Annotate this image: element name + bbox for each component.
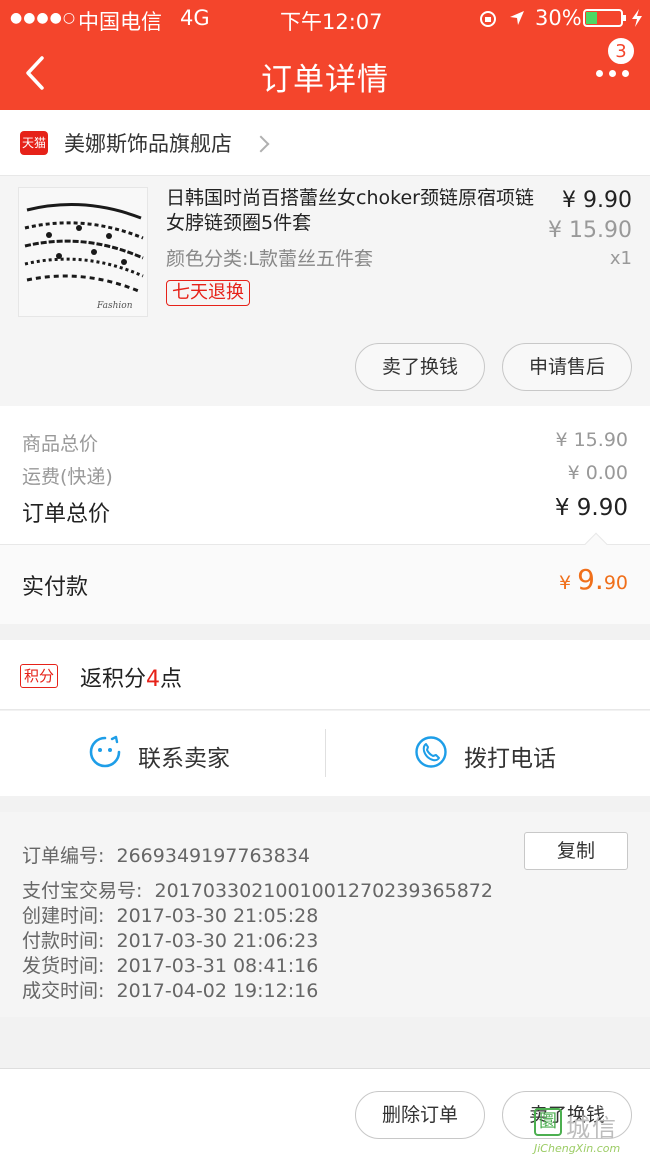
product-thumbnail[interactable]: Fashion <box>18 187 148 317</box>
battery-percent: 30% <box>535 6 582 30</box>
notch-decoration <box>584 532 608 556</box>
chat-smile-icon <box>89 735 121 768</box>
created-time-row: 创建时间: 2017-03-30 21:05:28 <box>22 901 318 928</box>
apply-after-sales-button[interactable]: 申请售后 <box>502 343 632 391</box>
order-total-value: ¥ 9.90 <box>554 495 628 521</box>
currency-symbol: ¥ <box>558 572 578 594</box>
more-dot-icon <box>622 70 629 77</box>
paid-integer: 9. <box>577 563 604 596</box>
watermark-url: JiChengXin.com <box>534 1142 621 1155</box>
chevron-right-icon <box>252 135 270 153</box>
shipped-time-label: 发货时间: <box>22 955 105 977</box>
notification-badge: 3 <box>607 37 635 65</box>
shipped-time-row: 发货时间: 2017-03-31 08:41:16 <box>22 951 318 978</box>
points-badge: 积分 <box>20 664 59 688</box>
copy-button[interactable]: 复制 <box>524 832 628 870</box>
charging-bolt-icon <box>632 9 642 27</box>
actual-payment-row: 实付款 ¥ 9.90 <box>0 532 650 624</box>
watermark-logo-icon: 圜 <box>534 1108 562 1136</box>
choker-necklace-image: Fashion <box>19 188 147 316</box>
network-label: 4G <box>180 6 210 30</box>
status-bar: ●●●●○ 中国电信 4G 下午12:07 30% <box>0 0 650 36</box>
alipay-number-row: 支付宝交易号: 2017033021001001270239365872 <box>22 876 493 903</box>
watermark-text: 城信 <box>566 1114 618 1142</box>
product-title[interactable]: 日韩国时尚百搭蕾丝女choker颈链原宿项链女脖链颈圈5件套 <box>166 186 536 236</box>
points-row: 积分 返积分4点 <box>0 640 650 710</box>
location-arrow-icon <box>510 11 524 25</box>
svg-text:Fashion: Fashion <box>96 301 133 311</box>
contact-row: 联系卖家 拨打电话 <box>0 711 650 796</box>
created-time-label: 创建时间: <box>22 905 105 927</box>
product-sku: 颜色分类:L款蕾丝五件套 <box>166 248 373 270</box>
more-dot-icon <box>609 70 616 77</box>
product-item: Fashion 日韩国时尚百搭蕾丝女choker颈链原宿项链女脖链颈圈5件套 颜… <box>0 176 650 406</box>
page-title: 订单详情 <box>261 62 389 98</box>
call-phone-label: 拨打电话 <box>464 746 556 772</box>
site-watermark: 圜 城信 JiChengXin.com <box>534 1108 650 1156</box>
contact-seller-label: 联系卖家 <box>138 746 230 772</box>
call-phone-button[interactable]: 拨打电话 <box>326 711 650 796</box>
shipping-value: ¥ 0.00 <box>567 462 628 484</box>
product-quantity: x1 <box>609 248 632 269</box>
order-number-row: 订单编号: 2669349197763834 <box>22 841 310 868</box>
goods-total-label: 商品总价 <box>22 433 99 455</box>
alipay-number-value: 2017033021001001270239365872 <box>154 880 493 902</box>
paid-decimal: 90 <box>603 572 628 594</box>
contact-seller-button[interactable]: 联系卖家 <box>0 711 325 796</box>
actual-payment-value: ¥ 9.90 <box>559 563 628 596</box>
battery-icon <box>583 9 626 27</box>
navigation-bar: 订单详情 <box>0 36 650 110</box>
paid-time-row: 付款时间: 2017-03-30 21:06:23 <box>22 926 318 953</box>
store-name[interactable]: 美娜斯饰品旗舰店 <box>64 128 232 158</box>
product-original-price: ¥ 15.90 <box>548 218 632 243</box>
points-text: 返积分4点 <box>80 661 182 693</box>
points-suffix: 点 <box>160 667 183 692</box>
return-policy-badge: 七天退换 <box>166 280 250 306</box>
carrier-label: 中国电信 <box>78 10 162 34</box>
more-dot-icon <box>596 70 603 77</box>
orientation-lock-icon <box>480 11 496 27</box>
created-time-value: 2017-03-30 21:05:28 <box>116 905 319 927</box>
delete-order-button[interactable]: 删除订单 <box>355 1091 485 1139</box>
order-total-label: 订单总价 <box>22 502 111 527</box>
actual-payment-label: 实付款 <box>22 575 89 600</box>
price-summary: 商品总价 ¥ 15.90 运费(快递) ¥ 0.00 订单总价 ¥ 9.90 实… <box>0 406 650 624</box>
more-menu-button[interactable] <box>596 64 630 82</box>
product-price: ¥ 9.90 <box>562 188 632 213</box>
paid-time-label: 付款时间: <box>22 930 105 952</box>
store-row[interactable]: 天猫 美娜斯饰品旗舰店 <box>0 110 650 176</box>
completed-time-label: 成交时间: <box>22 980 105 1002</box>
goods-total-value: ¥ 15.90 <box>555 429 628 451</box>
status-time: 下午12:07 <box>280 10 383 34</box>
tmall-logo-icon: 天猫 <box>20 131 48 155</box>
phone-icon <box>415 736 447 768</box>
sell-for-cash-button[interactable]: 卖了换钱 <box>355 343 485 391</box>
points-number: 4 <box>146 667 161 692</box>
completed-time-row: 成交时间: 2017-04-02 19:12:16 <box>22 976 318 1003</box>
paid-time-value: 2017-03-30 21:06:23 <box>116 930 319 952</box>
shipped-time-value: 2017-03-31 08:41:16 <box>116 955 319 977</box>
order-number-label: 订单编号: <box>22 845 105 867</box>
completed-time-value: 2017-04-02 19:12:16 <box>116 980 319 1002</box>
signal-strength-icon: ●●●●○ <box>10 10 77 26</box>
shipping-label: 运费(快递) <box>22 466 113 488</box>
order-number-value: 2669349197763834 <box>116 845 310 867</box>
alipay-number-label: 支付宝交易号: <box>22 880 143 902</box>
order-info: 订单编号: 2669349197763834 复制 支付宝交易号: 201703… <box>0 812 650 1017</box>
points-prefix: 返积分 <box>80 667 147 692</box>
